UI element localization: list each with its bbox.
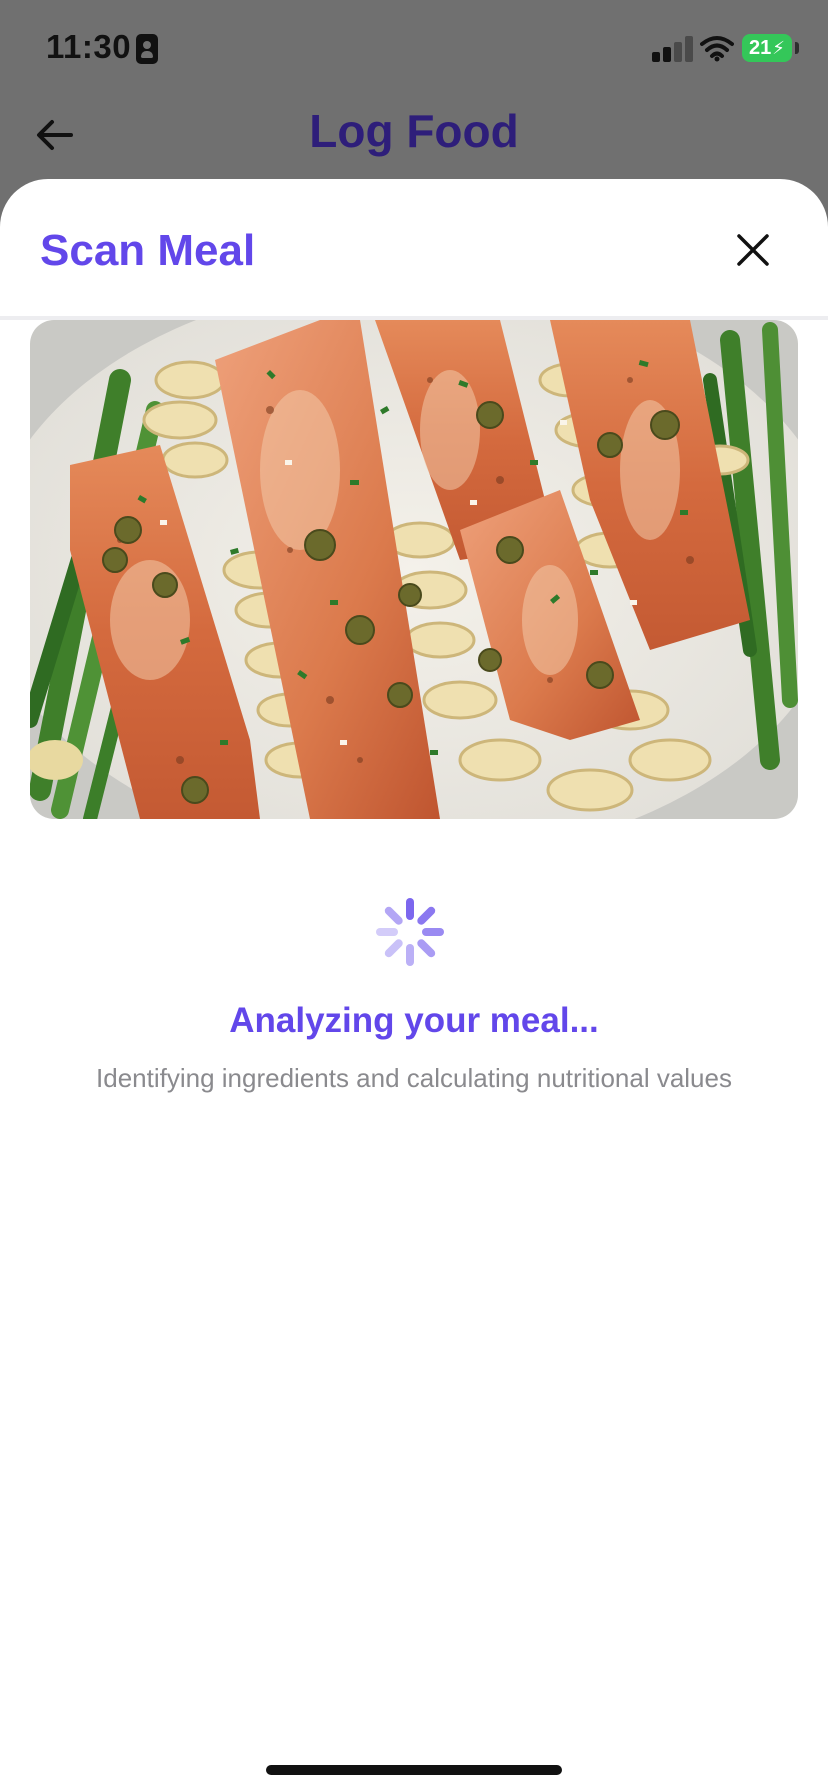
sheet-header: Scan Meal — [0, 179, 828, 320]
status-time: 11:30 — [46, 28, 132, 65]
close-icon — [737, 234, 769, 266]
wifi-icon — [700, 36, 734, 62]
analysis-subtitle: Identifying ingredients and calculating … — [96, 1063, 732, 1093]
battery-cap — [795, 42, 799, 54]
scan-meal-sheet: Scan Meal Analyzing your meal... Identif… — [0, 179, 828, 1792]
salmon-pasta-illustration — [30, 320, 798, 819]
sheet-title: Scan Meal — [40, 226, 256, 275]
cellular-signal-icon — [652, 36, 693, 62]
focus-mode-icon — [136, 34, 158, 64]
meal-photo — [30, 320, 798, 819]
analysis-title: Analyzing your meal... — [229, 1001, 599, 1040]
status-bar: 11:30 21 ⚡ — [0, 0, 828, 100]
loading-spinner-icon — [376, 898, 444, 966]
battery-level: 21 — [749, 36, 772, 59]
charging-bolt-icon: ⚡ — [772, 37, 785, 58]
page-title: Log Food — [309, 105, 519, 157]
close-button[interactable] — [727, 224, 779, 276]
background-header: Log Food — [0, 100, 828, 180]
screen: 11:30 21 ⚡ Log Food Scan Meal Analyzing … — [0, 0, 828, 1792]
battery-icon: 21 ⚡ — [742, 34, 792, 62]
home-indicator[interactable] — [266, 1765, 562, 1775]
